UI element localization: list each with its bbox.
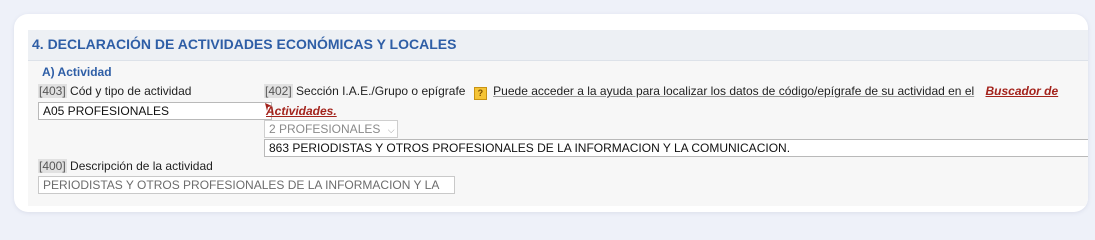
iae-section-select[interactable]: 2 PROFESIONALES ⌵ xyxy=(264,120,398,138)
field-400-code: [400] xyxy=(38,159,67,173)
help-text[interactable]: Puede acceder a la ayuda para localizar … xyxy=(493,84,974,98)
field-402-label: [402] Sección I.A.E./Grupo o epígrafe ? … xyxy=(264,84,1058,100)
subsection-title: A) Actividad xyxy=(42,65,112,79)
activity-search-link-continued[interactable]: Actividades. xyxy=(266,104,337,118)
activity-description-field[interactable]: PERIODISTAS Y OTROS PROFESIONALES DE LA … xyxy=(38,176,455,194)
field-403-code: [403] xyxy=(38,84,67,98)
chevron-down-icon: ⌵ xyxy=(387,125,395,135)
activity-search-link[interactable]: Buscador de xyxy=(986,84,1059,98)
field-400-label-text: Descripción de la actividad xyxy=(70,159,213,173)
field-403-label: [403] Cód y tipo de actividad xyxy=(38,84,191,98)
iae-epigrafe-input[interactable]: 863 PERIODISTAS Y OTROS PROFESIONALES DE… xyxy=(264,139,1088,157)
activities-form-panel: 4. DECLARACIÓN DE ACTIVIDADES ECONÓMICAS… xyxy=(28,30,1088,206)
field-403-label-text: Cód y tipo de actividad xyxy=(70,84,192,98)
iae-section-select-value: 2 PROFESIONALES xyxy=(269,122,381,136)
section-title: 4. DECLARACIÓN DE ACTIVIDADES ECONÓMICAS… xyxy=(32,36,457,52)
section-header: 4. DECLARACIÓN DE ACTIVIDADES ECONÓMICAS… xyxy=(28,30,1088,61)
form-card: 4. DECLARACIÓN DE ACTIVIDADES ECONÓMICAS… xyxy=(14,14,1088,212)
field-402-code: [402] xyxy=(264,84,293,98)
cursor-arrow-icon xyxy=(265,103,272,111)
field-400-label: [400] Descripción de la actividad xyxy=(38,159,213,173)
activity-type-input[interactable]: A05 PROFESIONALES xyxy=(38,102,272,120)
field-402-label-text: Sección I.A.E./Grupo o epígrafe xyxy=(296,84,466,98)
help-icon[interactable]: ? xyxy=(473,87,487,100)
